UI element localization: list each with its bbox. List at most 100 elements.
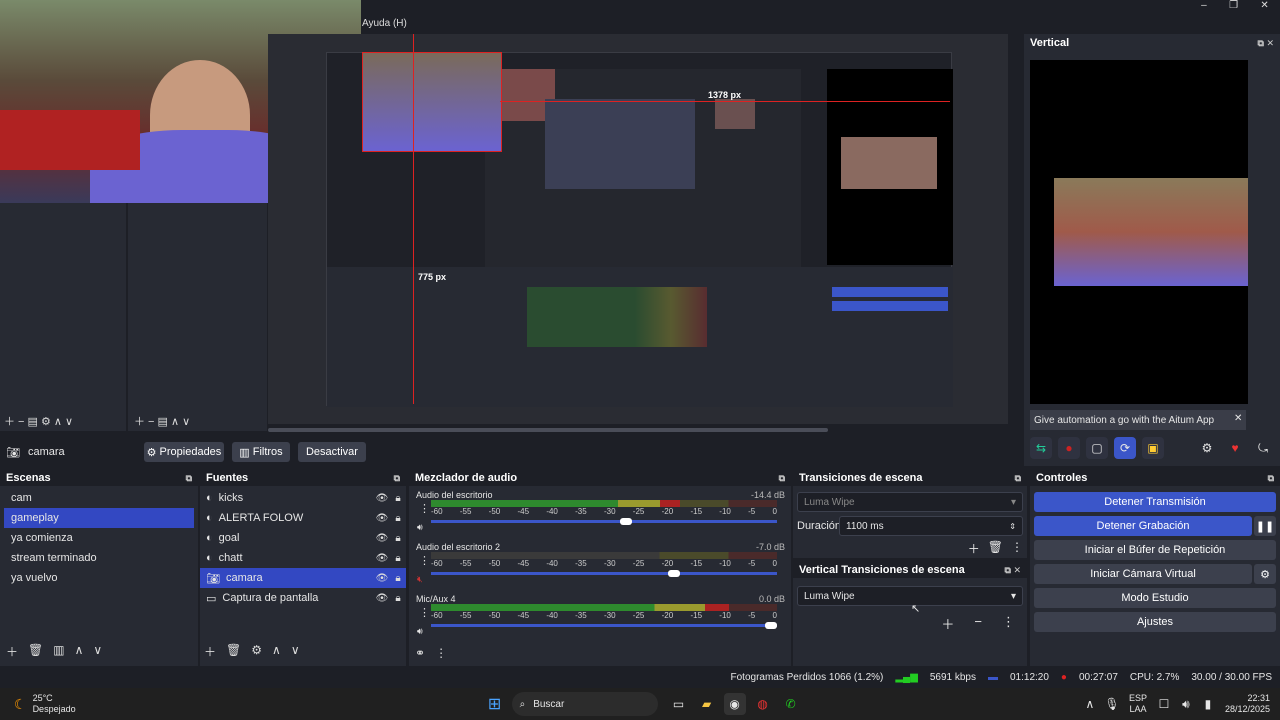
gear-icon[interactable]: ⚙ bbox=[251, 643, 262, 660]
menu-help[interactable]: Ayuda (H) bbox=[362, 18, 407, 29]
source-item[interactable]: ◐ chatt 👁︎ 🔒︎ bbox=[200, 548, 406, 568]
speaker-icon[interactable]: 🔊︎ bbox=[417, 522, 423, 533]
scene-item[interactable]: stream terminado bbox=[4, 548, 194, 568]
slider-handle[interactable] bbox=[765, 622, 777, 629]
chevron-up-icon[interactable]: ∧ bbox=[272, 643, 281, 660]
windows-start-icon[interactable]: ⊞ bbox=[484, 693, 506, 715]
replay-icon[interactable]: ▢ bbox=[1086, 437, 1108, 459]
scene-item[interactable]: cam bbox=[4, 488, 194, 508]
transition-select[interactable]: Luma Wipe ▾ bbox=[797, 492, 1023, 512]
visibility-eye-icon[interactable]: 👁︎ bbox=[374, 533, 390, 544]
visibility-eye-icon[interactable]: 👁︎ bbox=[374, 553, 390, 564]
volume-slider[interactable] bbox=[431, 518, 777, 525]
file-explorer-icon[interactable]: ▰ bbox=[696, 693, 718, 715]
lock-icon[interactable]: 🔒︎ bbox=[390, 493, 406, 504]
preview-scrollbar[interactable] bbox=[268, 428, 828, 432]
add-icon[interactable]: ＋ bbox=[204, 643, 216, 660]
network-icon[interactable]: ☐ bbox=[1153, 693, 1175, 715]
scene-item[interactable]: gameplay bbox=[4, 508, 194, 528]
dock-float-icon[interactable]: ⧉ bbox=[186, 473, 192, 484]
volume-slider[interactable] bbox=[431, 622, 777, 629]
visibility-eye-icon[interactable]: 👁︎ bbox=[374, 513, 390, 524]
language-indicator[interactable]: ESP LAA bbox=[1129, 693, 1147, 715]
chevron-down-icon[interactable]: ∨ bbox=[291, 643, 300, 660]
chevron-down-icon[interactable]: ∨ bbox=[93, 643, 102, 660]
dock-float-icon[interactable]: ⧉ ✕ bbox=[1258, 38, 1274, 49]
clock[interactable]: 22:31 28/12/2025 bbox=[1225, 693, 1270, 715]
obs-icon[interactable]: ◉ bbox=[723, 693, 746, 715]
gear-icon[interactable]: ⚙ bbox=[1196, 437, 1218, 459]
add-icon[interactable]: ＋ bbox=[941, 614, 954, 633]
slider-handle[interactable] bbox=[619, 518, 632, 525]
minus-icon[interactable]: − bbox=[974, 614, 982, 633]
stop-stream-button[interactable]: Detener Transmisión bbox=[1034, 492, 1276, 512]
filter-icon[interactable]: ▥ bbox=[53, 643, 64, 660]
whatsapp-icon[interactable]: ✆ bbox=[780, 693, 802, 715]
stream-icon[interactable]: ⇆ bbox=[1030, 437, 1052, 459]
properties-button[interactable]: ⚙ Propiedades bbox=[143, 442, 224, 462]
source-item[interactable]: ◐ ALERTA FOLOW 👁︎ 🔒︎ bbox=[200, 508, 406, 528]
battery-icon[interactable]: ▮ bbox=[1197, 693, 1219, 715]
virtualcam-icon[interactable]: ⟳ bbox=[1114, 437, 1136, 459]
scene-item[interactable]: ya vuelvo bbox=[4, 568, 194, 588]
banner-close-icon[interactable]: ✕ bbox=[1234, 413, 1242, 424]
scene-item[interactable]: ya comienza bbox=[4, 528, 194, 548]
more-icon[interactable]: ⋮ bbox=[1011, 540, 1023, 557]
dock-float-close-icon[interactable]: ⧉ ✕ bbox=[1005, 565, 1021, 576]
trash-icon[interactable]: 🗑︎ bbox=[28, 643, 43, 660]
studio-mode-button[interactable]: Modo Estudio bbox=[1034, 588, 1276, 608]
lock-icon[interactable]: 🔒︎ bbox=[390, 513, 406, 524]
source-item[interactable]: ◐ goal 👁︎ 🔒︎ bbox=[200, 528, 406, 548]
minimize-icon[interactable]: – bbox=[1201, 0, 1207, 14]
link-icon[interactable]: ⚭ bbox=[415, 646, 425, 660]
close-icon[interactable]: ✕ bbox=[1260, 0, 1268, 14]
dock-float-icon[interactable]: ⧉ bbox=[1268, 473, 1274, 484]
filters-button[interactable]: ▥ Filtros bbox=[231, 442, 290, 462]
virtual-camera-button[interactable]: Iniciar Cámara Virtual bbox=[1034, 564, 1252, 584]
chevron-up-icon[interactable]: ∧ bbox=[75, 643, 84, 660]
dock-float-icon[interactable]: ⧉ bbox=[394, 473, 400, 484]
duration-input[interactable]: 1100 ms ⇕ bbox=[839, 516, 1023, 536]
more-icon[interactable]: ⋮ bbox=[435, 646, 447, 660]
chrome-icon[interactable]: ◍ bbox=[752, 693, 774, 715]
add-icon[interactable]: ＋ bbox=[6, 643, 18, 660]
more-icon[interactable]: ⋮ bbox=[419, 606, 430, 619]
settings-button[interactable]: Ajustes bbox=[1034, 612, 1276, 632]
visibility-eye-icon[interactable]: 👁︎ bbox=[374, 493, 390, 504]
stepper-icon[interactable]: ⇕ bbox=[1009, 522, 1016, 531]
lock-icon[interactable]: 🔒︎ bbox=[390, 573, 406, 584]
volume-slider[interactable] bbox=[431, 570, 777, 577]
lock-icon[interactable]: 🔒︎ bbox=[390, 533, 406, 544]
source-item[interactable]: 📷︎ camara 👁︎ 🔒︎ bbox=[200, 568, 406, 588]
speaker-icon[interactable]: 🔊︎ bbox=[417, 626, 423, 637]
add-icon[interactable]: ＋ bbox=[968, 540, 980, 557]
lock-icon[interactable]: 🔒︎ bbox=[390, 593, 406, 604]
record-icon[interactable]: ● bbox=[1058, 437, 1080, 459]
stop-record-button[interactable]: Detener Grabación bbox=[1034, 516, 1252, 536]
lock-icon[interactable]: 🔒︎ bbox=[390, 553, 406, 564]
dock-float-icon[interactable]: ⧉ bbox=[779, 473, 785, 484]
vertical-canvas[interactable] bbox=[1030, 60, 1248, 404]
taskbar-search[interactable]: ⌕ Buscar bbox=[511, 692, 658, 716]
trash-icon[interactable]: 🗑︎ bbox=[226, 643, 241, 660]
speaker-muted-icon[interactable]: 🔇︎ bbox=[417, 574, 423, 585]
heart-icon[interactable]: ♥ bbox=[1224, 437, 1246, 459]
visibility-eye-icon[interactable]: 👁︎ bbox=[374, 593, 390, 604]
pause-record-button[interactable]: ❚❚ bbox=[1254, 516, 1276, 536]
slider-handle[interactable] bbox=[668, 570, 681, 577]
weather-widget[interactable]: 25°C Despejado bbox=[33, 693, 76, 715]
speaker-icon[interactable]: 🔊︎ bbox=[1175, 693, 1197, 715]
replay-buffer-button[interactable]: Iniciar el Búfer de Repetición bbox=[1034, 540, 1276, 560]
source-item[interactable]: ▭ Captura de pantalla 👁︎ 🔒︎ bbox=[200, 588, 406, 608]
trash-icon[interactable]: 🗑︎ bbox=[988, 540, 1003, 557]
visibility-eye-icon[interactable]: 👁︎ bbox=[374, 573, 390, 584]
share-icon[interactable]: ⤿ bbox=[1252, 437, 1274, 459]
more-icon[interactable]: ⋮ bbox=[1002, 614, 1015, 633]
more-icon[interactable]: ⋮ bbox=[419, 502, 430, 515]
taskview-icon[interactable]: ▭ bbox=[668, 693, 690, 715]
more-icon[interactable]: ⋮ bbox=[419, 554, 430, 567]
chevron-up-icon[interactable]: ∧ bbox=[1079, 693, 1101, 715]
maximize-icon[interactable]: ❐ bbox=[1229, 0, 1238, 14]
source-item[interactable]: ◐ kicks 👁︎ 🔒︎ bbox=[200, 488, 406, 508]
preview-canvas[interactable]: 1378 px 775 px bbox=[268, 34, 1008, 424]
